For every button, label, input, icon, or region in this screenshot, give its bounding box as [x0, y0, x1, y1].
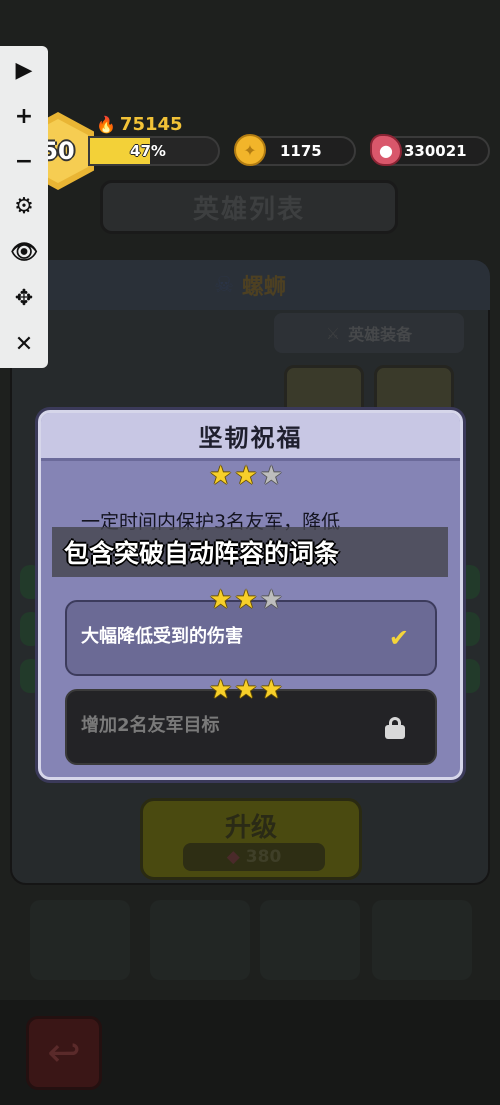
star-icon: ★ — [234, 461, 258, 491]
star-icon: ★ — [209, 675, 233, 705]
zoom-out-icon[interactable]: − — [0, 141, 48, 181]
check-icon: ✔ — [388, 624, 409, 652]
hero-card[interactable] — [372, 900, 472, 980]
power-value: 75145 — [119, 113, 183, 135]
hero-name-header: ☠ 螺蛳 — [10, 260, 490, 310]
back-arrow-icon: ↩ — [47, 1030, 81, 1076]
dialog-title: 坚韧祝福 — [41, 413, 460, 461]
eye-icon[interactable]: 👁 — [0, 232, 48, 272]
coin-counter[interactable]: ✦ 1175 — [234, 134, 356, 166]
hero-card[interactable] — [150, 900, 250, 980]
sword-icon: ⚔ — [325, 323, 341, 343]
star-icon: ★ — [259, 675, 283, 705]
option-label: 大幅降低受到的伤害 — [81, 626, 243, 647]
option1-stars: ★ ★ ★ — [209, 587, 283, 613]
hero-card[interactable] — [30, 900, 130, 980]
hero-equipment-header: ⚔ 英雄装备 — [274, 313, 464, 353]
upgrade-label: 升级 — [224, 813, 277, 843]
caption-banner: 包含突破自动阵容的词条 — [52, 527, 448, 577]
star-icon: ★ — [209, 461, 233, 491]
hero-name: 螺蛳 — [241, 275, 286, 300]
upgrade-cost: ◆ 380 — [183, 843, 325, 871]
floating-toolbar: ▶ + − ⚙ 👁 ✥ ✕ — [0, 46, 48, 368]
star-icon: ★ — [234, 675, 258, 705]
background-page-title: 英雄列表 — [100, 180, 398, 234]
coin-value: 1175 — [280, 142, 322, 160]
tier1-stars: ★ ★ ★ — [209, 463, 283, 489]
zoom-in-icon[interactable]: + — [0, 96, 48, 136]
star-empty-icon: ★ — [259, 461, 283, 491]
skull-icon: ☠ — [214, 272, 234, 298]
skill-dialog: 坚韧祝福 ★ ★ ★ 一定时间内保护3名友军，降低 大幅降低受到的伤害 ✔ ★ … — [38, 410, 463, 780]
option-label: 增加2名友军目标 — [81, 715, 220, 736]
xp-percent: 47% — [130, 142, 166, 160]
back-button[interactable]: ↩ — [26, 1016, 102, 1090]
xp-bar: 47% — [88, 136, 220, 166]
settings-icon[interactable]: ⚙ — [0, 186, 48, 226]
star-empty-icon: ★ — [259, 585, 283, 615]
star-icon: ★ — [209, 585, 233, 615]
upgrade-cost-value: 380 — [245, 847, 282, 867]
meat-counter[interactable]: ● 330021 — [370, 134, 490, 166]
meat-icon: ● — [370, 134, 402, 166]
equipment-label: 英雄装备 — [348, 325, 413, 344]
upgrade-button[interactable]: 升级 ◆ 380 — [140, 798, 362, 880]
close-icon[interactable]: ✕ — [0, 324, 48, 364]
move-icon[interactable]: ✥ — [0, 278, 48, 318]
star-icon: ★ — [234, 585, 258, 615]
meat-icon: ◆ — [226, 847, 240, 867]
hero-card[interactable] — [260, 900, 360, 980]
power-display: 🔥 75145 — [96, 112, 183, 136]
coin-icon: ✦ — [234, 134, 266, 166]
flame-icon: 🔥 — [96, 114, 116, 134]
meat-value: 330021 — [404, 142, 467, 160]
play-icon[interactable]: ▶ — [0, 50, 48, 90]
option2-stars: ★ ★ ★ — [209, 677, 283, 703]
lock-icon — [385, 717, 405, 739]
